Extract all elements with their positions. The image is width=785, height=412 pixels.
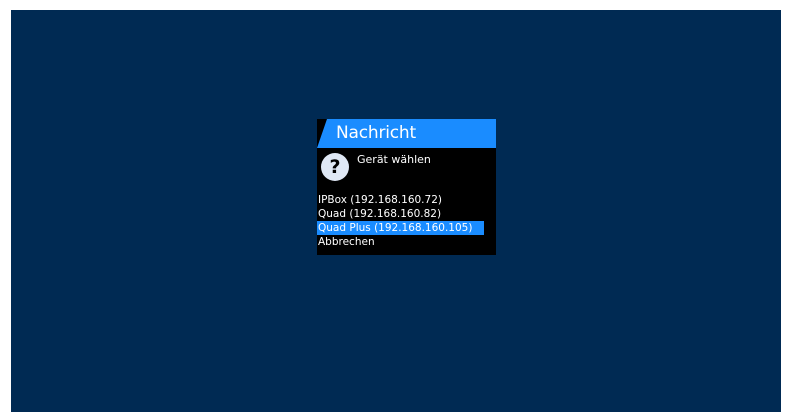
screen-background: Nachricht ? Gerät wählen IPBox (192.168.… [11,10,781,412]
option-ipbox[interactable]: IPBox (192.168.160.72) [317,193,484,207]
dialog-title-bar: Nachricht [317,119,496,148]
message-dialog: Nachricht ? Gerät wählen IPBox (192.168.… [317,119,496,255]
question-mark-icon: ? [321,153,349,181]
option-cancel[interactable]: Abbrechen [317,235,484,249]
dialog-message: Gerät wählen [357,153,431,166]
option-list: IPBox (192.168.160.72) Quad (192.168.160… [317,193,496,249]
option-quad-plus[interactable]: Quad Plus (192.168.160.105) [317,221,484,235]
dialog-title: Nachricht [336,123,416,143]
option-quad[interactable]: Quad (192.168.160.82) [317,207,484,221]
